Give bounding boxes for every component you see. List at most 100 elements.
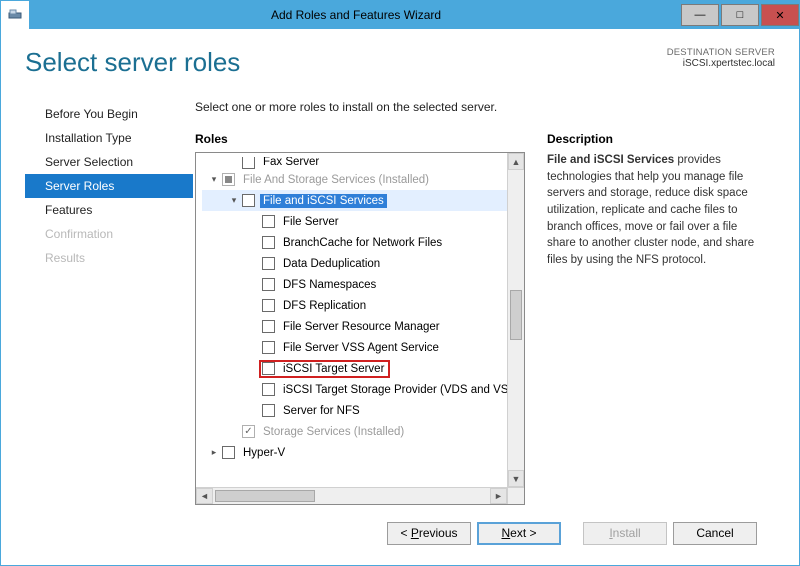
- tree-row[interactable]: ▾ File And Storage Services (Installed): [202, 169, 522, 190]
- scroll-up-arrow-icon[interactable]: ▲: [508, 153, 524, 170]
- window-buttons: — □ ✕: [679, 4, 799, 26]
- nav-item-installation-type[interactable]: Installation Type: [25, 126, 193, 150]
- description-header: Description: [547, 132, 769, 146]
- toggle-spacer: [248, 405, 260, 417]
- description-body: provides technologies that help you mana…: [547, 154, 754, 266]
- scroll-down-arrow-icon[interactable]: ▼: [508, 470, 524, 487]
- toggle-spacer: [248, 279, 260, 291]
- previous-button[interactable]: < Previous: [387, 522, 471, 545]
- hscroll-track[interactable]: [213, 488, 490, 504]
- checkbox[interactable]: [262, 257, 275, 270]
- destination-info: DESTINATION SERVER iSCSI.xpertstec.local: [667, 47, 775, 69]
- tree-row-label: iSCSI Target Storage Provider (VDS and V…: [280, 383, 519, 397]
- minimize-button[interactable]: —: [681, 4, 719, 26]
- tree-row[interactable]: ▾ File and iSCSI Services: [202, 190, 522, 211]
- scroll-corner: [507, 487, 524, 504]
- close-button[interactable]: ✕: [761, 4, 799, 26]
- tree-row[interactable]: Data Deduplication: [202, 253, 522, 274]
- toggle-spacer: [248, 216, 260, 228]
- nav-sidebar: Before You BeginInstallation TypeServer …: [25, 100, 193, 505]
- tree-row[interactable]: File Server: [202, 211, 522, 232]
- tree-row-label: File and iSCSI Services: [260, 194, 387, 208]
- hscroll-thumb[interactable]: [215, 490, 315, 502]
- nav-item-features[interactable]: Features: [25, 198, 193, 222]
- checkbox: [222, 173, 235, 186]
- tree-row-label: Storage Services (Installed): [260, 425, 407, 439]
- tree-row[interactable]: Fax Server: [202, 157, 522, 169]
- tree-row-label: BranchCache for Network Files: [280, 236, 445, 250]
- checkbox[interactable]: [262, 278, 275, 291]
- vscroll-thumb[interactable]: [510, 290, 522, 340]
- nav-item-results: Results: [25, 246, 193, 270]
- tree-row[interactable]: File Server VSS Agent Service: [202, 337, 522, 358]
- checkbox[interactable]: [262, 299, 275, 312]
- toggle-spacer: [228, 426, 240, 438]
- checkbox[interactable]: [262, 383, 275, 396]
- tree-row-label: File Server Resource Manager: [280, 320, 443, 334]
- checkbox: [242, 425, 255, 438]
- app-icon: [1, 1, 29, 29]
- tree-row-label: File Server VSS Agent Service: [280, 341, 442, 355]
- vertical-scrollbar[interactable]: ▲ ▼: [507, 153, 524, 487]
- toggle-spacer: [248, 237, 260, 249]
- checkbox[interactable]: [262, 404, 275, 417]
- instruction-text: Select one or more roles to install on t…: [195, 100, 775, 114]
- scroll-right-arrow-icon[interactable]: ►: [490, 488, 507, 504]
- tree-row[interactable]: DFS Namespaces: [202, 274, 522, 295]
- tree-row[interactable]: iSCSI Target Storage Provider (VDS and V…: [202, 379, 522, 400]
- footer-buttons: < Previous Next > Install Cancel: [25, 511, 775, 565]
- collapse-icon[interactable]: ▾: [208, 174, 220, 186]
- tree-row-label: File And Storage Services (Installed): [240, 173, 432, 187]
- collapse-icon[interactable]: ▾: [228, 195, 240, 207]
- tree-row[interactable]: Storage Services (Installed): [202, 421, 522, 442]
- content: Before You BeginInstallation TypeServer …: [25, 100, 775, 505]
- tree-row[interactable]: File Server Resource Manager: [202, 316, 522, 337]
- highlight-box: iSCSI Target Server: [259, 360, 390, 378]
- expand-icon[interactable]: ▸: [208, 447, 220, 459]
- checkbox[interactable]: [262, 341, 275, 354]
- tree-row[interactable]: ▸ Hyper-V: [202, 442, 522, 463]
- install-button: Install: [583, 522, 667, 545]
- checkbox[interactable]: [262, 362, 275, 375]
- tree-row-label: DFS Namespaces: [280, 278, 379, 292]
- body: Select server roles DESTINATION SERVER i…: [1, 29, 799, 565]
- tree-row-label: Server for NFS: [280, 404, 363, 418]
- checkbox[interactable]: [242, 194, 255, 207]
- window-title: Add Roles and Features Wizard: [33, 8, 679, 22]
- checkbox[interactable]: [242, 157, 255, 169]
- horizontal-scrollbar[interactable]: ◄ ►: [196, 487, 507, 504]
- scroll-left-arrow-icon[interactable]: ◄: [196, 488, 213, 504]
- nav-item-server-roles[interactable]: Server Roles: [25, 174, 193, 198]
- tree-row[interactable]: Server for NFS: [202, 400, 522, 421]
- toggle-spacer: [248, 384, 260, 396]
- checkbox[interactable]: [262, 236, 275, 249]
- cancel-button[interactable]: Cancel: [673, 522, 757, 545]
- checkbox[interactable]: [262, 215, 275, 228]
- next-button[interactable]: Next >: [477, 522, 561, 545]
- vscroll-track[interactable]: [508, 170, 524, 470]
- tree-row-label: Hyper-V: [240, 446, 288, 460]
- checkbox[interactable]: [262, 320, 275, 333]
- tree-row[interactable]: BranchCache for Network Files: [202, 232, 522, 253]
- header-row: Select server roles DESTINATION SERVER i…: [25, 47, 775, 78]
- description-lead: File and iSCSI Services: [547, 154, 674, 166]
- tree-row-label: DFS Replication: [280, 299, 369, 313]
- titlebar: Add Roles and Features Wizard — □ ✕: [1, 1, 799, 29]
- description-column: Description File and iSCSI Services prov…: [547, 132, 775, 505]
- checkbox[interactable]: [222, 446, 235, 459]
- roles-header: Roles: [195, 132, 525, 146]
- tree-row[interactable]: iSCSI Target Server: [202, 358, 522, 379]
- maximize-button[interactable]: □: [721, 4, 759, 26]
- toggle-spacer: [248, 258, 260, 270]
- nav-item-server-selection[interactable]: Server Selection: [25, 150, 193, 174]
- columns: Roles Fax Server▾File And Storage Servic…: [195, 132, 775, 505]
- roles-tree[interactable]: Fax Server▾File And Storage Services (In…: [196, 153, 524, 487]
- tree-row[interactable]: DFS Replication: [202, 295, 522, 316]
- destination-server: iSCSI.xpertstec.local: [667, 58, 775, 69]
- description-text: File and iSCSI Services provides technol…: [547, 152, 769, 269]
- nav-item-before-you-begin[interactable]: Before You Begin: [25, 102, 193, 126]
- roles-column: Roles Fax Server▾File And Storage Servic…: [195, 132, 525, 505]
- tree-row-label: Data Deduplication: [280, 257, 383, 271]
- toggle-spacer: [228, 157, 240, 169]
- nav-item-confirmation: Confirmation: [25, 222, 193, 246]
